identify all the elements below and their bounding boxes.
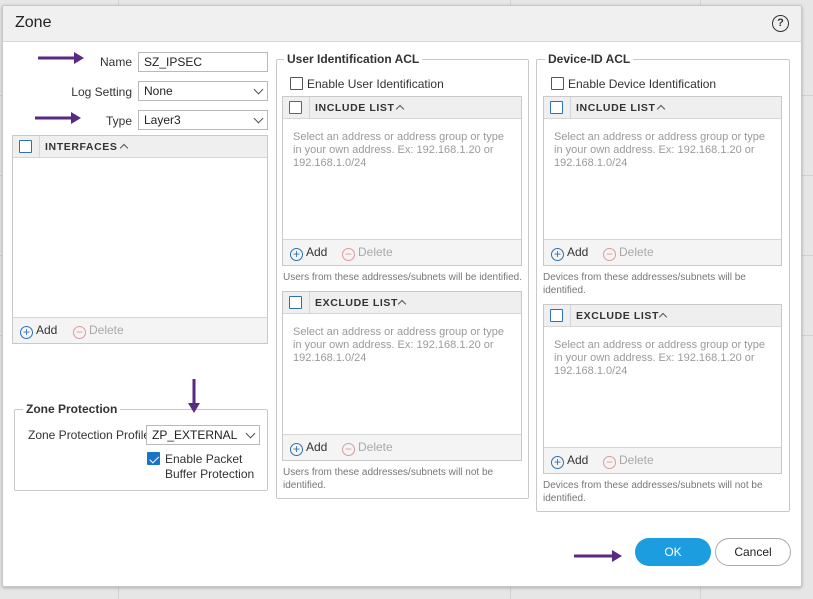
interfaces-header-label[interactable]: INTERFACES [45, 141, 118, 153]
address-placeholder[interactable]: Select an address or address group or ty… [293, 326, 513, 365]
address-placeholder[interactable]: Select an address or address group or ty… [293, 131, 513, 170]
packet-buffer-protection-label: Enable Packet Buffer Protection [165, 452, 255, 481]
chevron-down-icon [253, 113, 264, 124]
annotation-arrow-icon [38, 52, 84, 64]
plus-circle-icon: + [551, 248, 564, 261]
device-exclude-footer: + Add − Delete [544, 447, 781, 473]
annotation-arrow-icon [574, 550, 622, 562]
address-placeholder[interactable]: Select an address or address group or ty… [554, 131, 774, 170]
device-include-list: INCLUDE LIST Select an address or addres… [543, 96, 782, 266]
plus-circle-icon: + [290, 248, 303, 261]
sort-caret-icon[interactable] [119, 143, 129, 153]
select-all-checkbox[interactable] [550, 309, 563, 322]
log-setting-label: Log Setting [71, 85, 132, 99]
interfaces-footer: + Add − Delete [13, 317, 267, 343]
user-include-footer: + Add − Delete [283, 239, 521, 265]
device-include-footer: + Add − Delete [544, 239, 781, 265]
minus-circle-icon: − [603, 456, 616, 469]
zone-protection-profile-value: ZP_EXTERNAL [152, 428, 238, 442]
minus-circle-icon: − [342, 248, 355, 261]
device-exclude-note: Devices from these addresses/subnets wil… [543, 480, 763, 504]
delete-button[interactable]: − Delete [603, 245, 654, 261]
sort-caret-icon[interactable] [658, 312, 668, 322]
sort-caret-icon[interactable] [656, 104, 666, 114]
ok-button[interactable]: OK [635, 538, 711, 566]
annotation-arrow-icon [188, 379, 200, 413]
device-include-note: Devices from these addresses/subnets wil… [543, 272, 746, 296]
add-button[interactable]: + Add [290, 440, 327, 456]
dialog-header: Zone ? [3, 6, 801, 42]
packet-buffer-protection-checkbox[interactable] [147, 452, 160, 465]
help-icon[interactable]: ? [772, 15, 789, 32]
add-button[interactable]: + Add [551, 453, 588, 469]
plus-circle-icon: + [290, 443, 303, 456]
zone-protection-title: Zone Protection [23, 402, 121, 416]
user-exclude-footer: + Add − Delete [283, 434, 521, 460]
user-include-note: Users from these addresses/subnets will … [283, 272, 523, 283]
annotation-arrow-icon [35, 112, 81, 124]
user-id-acl-title: User Identification ACL [284, 52, 423, 66]
user-exclude-list: EXCLUDE LIST Select an address or addres… [282, 291, 522, 461]
select-all-checkbox[interactable] [289, 296, 302, 309]
user-include-list: INCLUDE LIST Select an address or addres… [282, 96, 522, 266]
include-list-label[interactable]: INCLUDE LIST [315, 102, 395, 114]
enable-device-id-checkbox[interactable] [551, 77, 564, 90]
plus-circle-icon: + [551, 456, 564, 469]
log-setting-value: None [144, 84, 173, 98]
user-exclude-header: EXCLUDE LIST [283, 292, 521, 314]
exclude-list-label[interactable]: EXCLUDE LIST [576, 310, 659, 322]
add-button[interactable]: + Add [290, 245, 327, 261]
sort-caret-icon[interactable] [395, 104, 405, 114]
zone-protection-profile-label: Zone Protection Profile [28, 428, 151, 442]
delete-button[interactable]: − Delete [342, 440, 393, 456]
log-setting-select[interactable]: None [138, 81, 268, 101]
cancel-button[interactable]: Cancel [715, 538, 791, 566]
name-field[interactable]: SZ_IPSEC [138, 52, 268, 72]
interfaces-header: INTERFACES [13, 136, 267, 158]
type-value: Layer3 [144, 113, 181, 127]
user-exclude-note: Users from these addresses/subnets will … [283, 467, 494, 491]
add-button[interactable]: + Add [551, 245, 588, 261]
interfaces-panel: INTERFACES + Add − Delete [12, 135, 268, 344]
delete-button[interactable]: − Delete [603, 453, 654, 469]
exclude-list-label[interactable]: EXCLUDE LIST [315, 297, 398, 309]
address-placeholder[interactable]: Select an address or address group or ty… [554, 339, 774, 378]
enable-user-id-checkbox[interactable] [290, 77, 303, 90]
select-all-checkbox[interactable] [550, 101, 563, 114]
enable-device-id-label: Enable Device Identification [568, 77, 717, 91]
zone-protection-profile-select[interactable]: ZP_EXTERNAL [146, 425, 260, 445]
select-all-checkbox[interactable] [289, 101, 302, 114]
plus-circle-icon: + [20, 326, 33, 339]
chevron-down-icon [253, 84, 264, 95]
device-id-acl-title: Device-ID ACL [545, 52, 634, 66]
interfaces-add-button[interactable]: + Add [20, 323, 57, 339]
device-include-header: INCLUDE LIST [544, 97, 781, 119]
minus-circle-icon: − [342, 443, 355, 456]
interfaces-delete-button[interactable]: − Delete [73, 323, 124, 339]
minus-circle-icon: − [603, 248, 616, 261]
device-exclude-header: EXCLUDE LIST [544, 305, 781, 327]
sort-caret-icon[interactable] [397, 299, 407, 309]
type-select[interactable]: Layer3 [138, 110, 268, 130]
select-all-interfaces-checkbox[interactable] [19, 140, 32, 153]
device-exclude-list: EXCLUDE LIST Select an address or addres… [543, 304, 782, 474]
delete-button[interactable]: − Delete [342, 245, 393, 261]
include-list-label[interactable]: INCLUDE LIST [576, 102, 656, 114]
dialog-title: Zone [15, 14, 52, 31]
user-include-header: INCLUDE LIST [283, 97, 521, 119]
chevron-down-icon [245, 428, 256, 439]
enable-user-id-label: Enable User Identification [307, 77, 444, 91]
minus-circle-icon: − [73, 326, 86, 339]
